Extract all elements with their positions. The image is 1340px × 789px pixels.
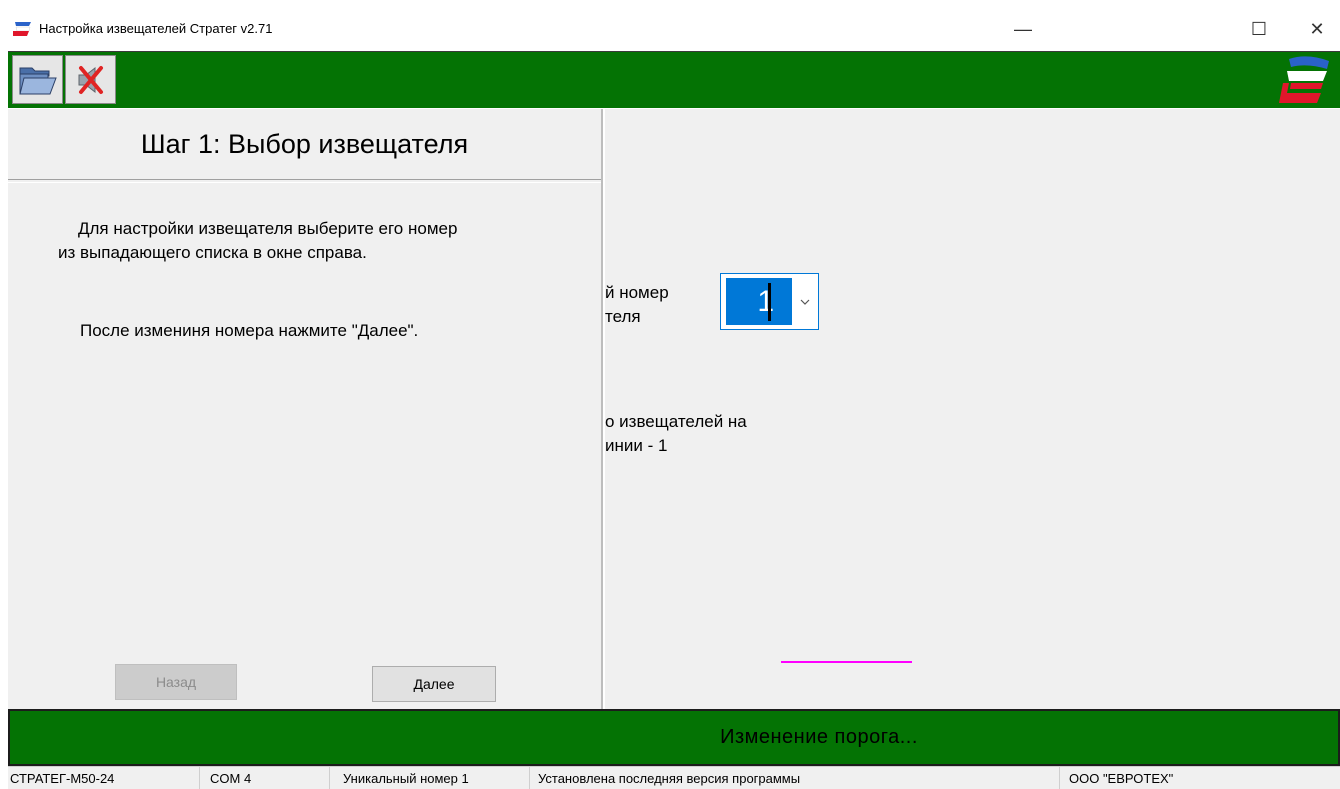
status-port: COM 4 xyxy=(200,767,330,789)
progress-status-bar: Изменение порога... xyxy=(8,709,1340,766)
maximize-button[interactable]: ☐ xyxy=(1236,11,1282,47)
open-file-button[interactable] xyxy=(12,55,63,104)
status-device: СТРАТЕГ-М50-24 xyxy=(8,767,200,789)
wizard-body: Для настройки извещателя выберите его но… xyxy=(8,182,601,709)
instruction-line-2: из выпадающего списка в окне справа. xyxy=(58,243,367,262)
status-company: ООО "ЕВРОТЕХ" xyxy=(1069,771,1174,786)
selected-number: 1 xyxy=(757,284,774,318)
title-bar: Настройка извещателей Стратег v2.71 — ☐ … xyxy=(0,0,1340,51)
step-title: Шаг 1: Выбор извещателя xyxy=(8,109,601,180)
status-unique-number: Уникальный номер 1 xyxy=(330,767,530,789)
unique-number-label-2: теля xyxy=(605,307,641,326)
detector-count-label-1: о извещателей на xyxy=(605,412,747,431)
next-button[interactable]: Далее xyxy=(372,666,496,702)
unique-number-label-1: й номер xyxy=(605,283,669,302)
disconnect-button[interactable] xyxy=(65,55,116,104)
instruction-line-3: После измениня номера нажмите "Далее". xyxy=(80,321,419,340)
detector-count-label-2: инии - 1 xyxy=(605,436,668,455)
speaker-mute-icon xyxy=(78,65,103,94)
folder-open-icon xyxy=(18,67,57,94)
instruction-line-1: Для настройки извещателя выберите его но… xyxy=(78,219,458,238)
app-logo-icon xyxy=(13,22,31,36)
text-caret xyxy=(768,283,771,321)
status-bar: СТРАТЕГ-М50-24 COM 4 Уникальный номер 1 … xyxy=(8,766,1340,789)
status-version: Установлена последняя версия программы xyxy=(530,767,1060,789)
wizard-panel: Шаг 1: Выбор извещателя Для настройки из… xyxy=(8,109,603,709)
detector-number-select[interactable]: 1 xyxy=(720,273,819,330)
window-title: Настройка извещателей Стратег v2.71 xyxy=(39,21,273,36)
detector-settings-area: й номер теля 1 о извещателей на инии - 1 xyxy=(605,109,1340,709)
brand-logo-icon xyxy=(1279,56,1329,103)
close-button[interactable]: ✕ xyxy=(1294,11,1340,47)
magenta-divider xyxy=(781,661,912,663)
detector-number-value: 1 xyxy=(726,278,792,325)
back-button[interactable]: Назад xyxy=(115,664,237,700)
status-message: Изменение порога... xyxy=(720,726,918,748)
chevron-down-icon[interactable] xyxy=(793,278,817,325)
toolbar xyxy=(8,51,1340,108)
minimize-button[interactable]: — xyxy=(1000,11,1046,47)
